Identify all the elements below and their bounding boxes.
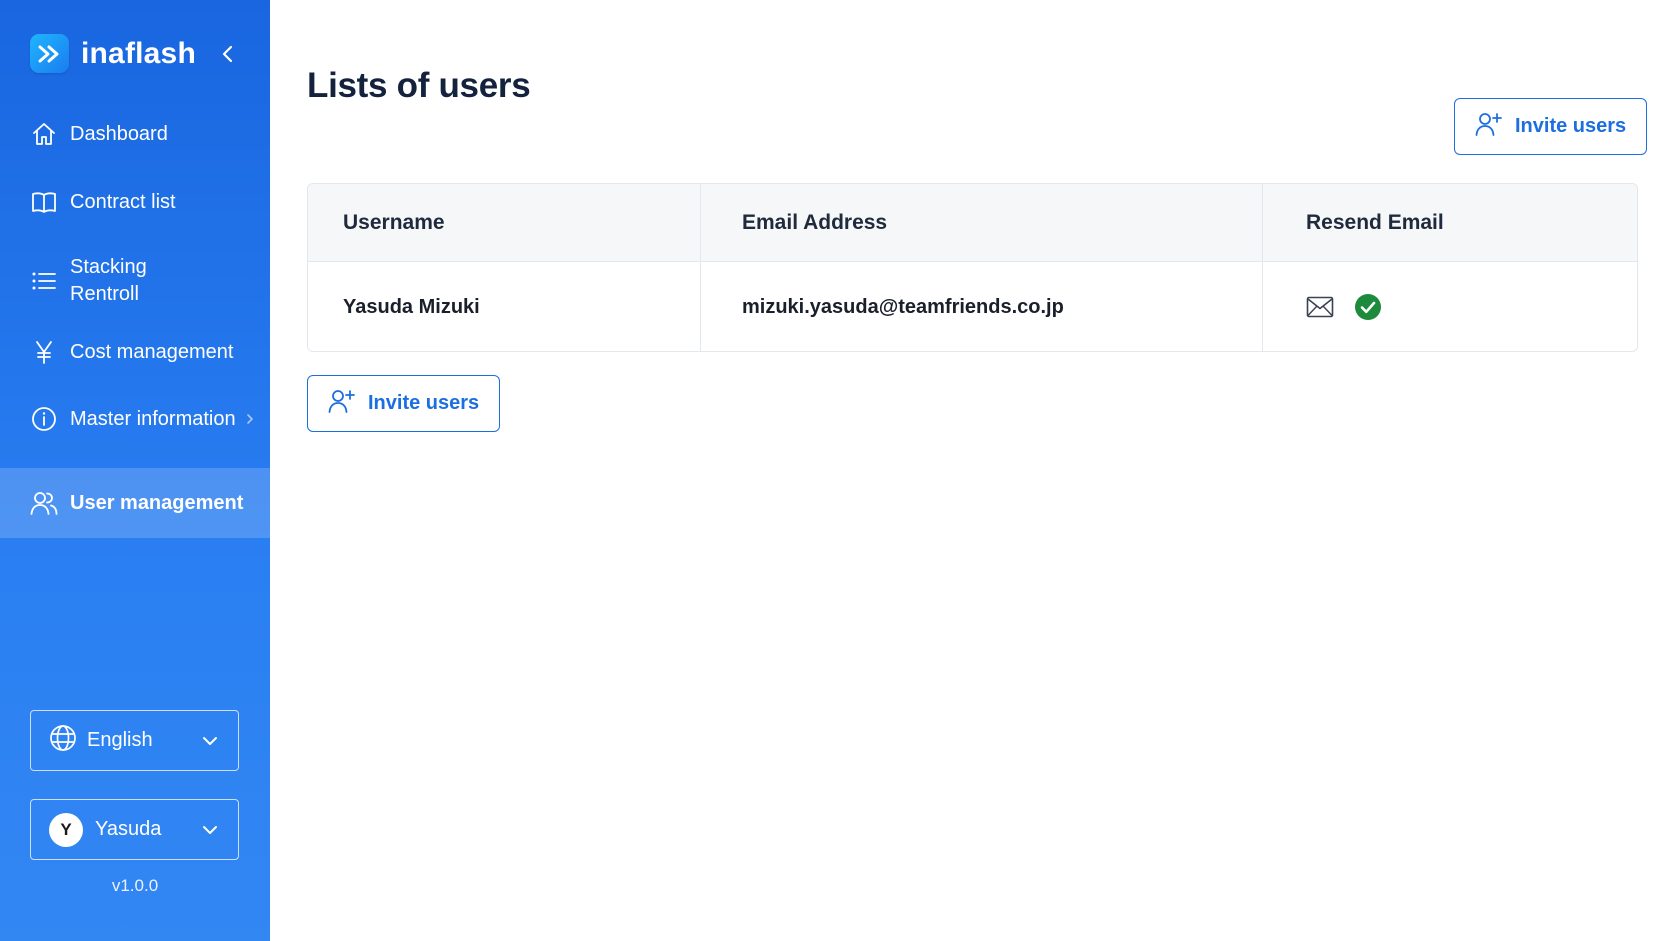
collapse-sidebar-button[interactable] [216,42,240,66]
sidebar-item-label: Contract list [70,190,176,213]
avatar: Y [49,812,83,847]
user-menu[interactable]: Y Yasuda [30,799,239,860]
sidebar-item-label: User management [70,491,244,514]
language-select-value: English [87,729,153,751]
check-circle-icon [1354,293,1382,321]
table-row[interactable]: Yasuda Mizuki mizuki.yasuda@teamfriends.… [308,262,1637,351]
chevron-down-icon [202,818,218,841]
chevron-down-icon [202,729,218,752]
username-cell: Yasuda Mizuki [308,262,701,351]
language-select[interactable]: English [30,710,239,771]
chevron-right-icon [246,408,254,431]
sidebar-item-label-line: Stacking [70,256,147,278]
page-title: Lists of users [307,66,531,105]
invite-users-button-top[interactable]: Invite users [1454,98,1648,155]
sidebar-item-dashboard[interactable]: Dashboard [0,110,270,158]
invite-users-button-bottom[interactable]: Invite users [307,375,501,432]
sidebar-item-stacking-rentroll[interactable]: Stacking Rentroll [0,246,270,316]
sidebar-item-cost-management[interactable]: Cost management [0,328,270,376]
brand[interactable]: inaflash [30,34,196,73]
list-icon [30,267,58,295]
resend-email-cell [1263,262,1637,351]
brand-name: inaflash [81,36,196,70]
users-table: Username Email Address Resend Email Yasu… [307,183,1638,352]
sidebar-item-label: Stacking Rentroll [70,254,147,308]
globe-icon [49,724,77,758]
sidebar-item-label: Master information [70,407,236,430]
home-icon [30,120,58,148]
sidebar: inaflash Dashboard Contract list Stackin… [0,0,270,941]
sidebar-item-contract-list[interactable]: Contract list [0,178,270,226]
sidebar-item-master-information[interactable]: Master information [0,395,270,443]
mail-icon[interactable] [1306,296,1334,318]
sidebar-item-user-management[interactable]: User management [0,468,270,538]
book-icon [30,188,58,216]
brand-logo-icon [30,34,69,73]
invite-users-label: Invite users [1515,115,1627,137]
add-user-icon [1475,111,1503,143]
table-header: Username Email Address Resend Email [308,184,1637,262]
main-content: Lists of users Invite users Username Ema… [270,0,1672,941]
user-name: Yasuda [95,818,162,840]
app-version: v1.0.0 [111,876,159,895]
column-header-email[interactable]: Email Address [701,184,1263,261]
column-header-username[interactable]: Username [308,184,701,261]
chevron-left-icon [222,45,233,63]
column-header-resend-email[interactable]: Resend Email [1263,184,1637,261]
add-user-icon [328,388,356,420]
sidebar-item-label: Dashboard [70,122,168,145]
info-icon [30,405,58,433]
sidebar-item-label: Cost management [70,340,234,363]
email-cell: mizuki.yasuda@teamfriends.co.jp [701,262,1263,351]
yen-icon [30,338,58,366]
users-icon [30,489,58,517]
invite-users-label: Invite users [368,392,480,414]
sidebar-item-label-line: Rentroll [70,283,139,305]
